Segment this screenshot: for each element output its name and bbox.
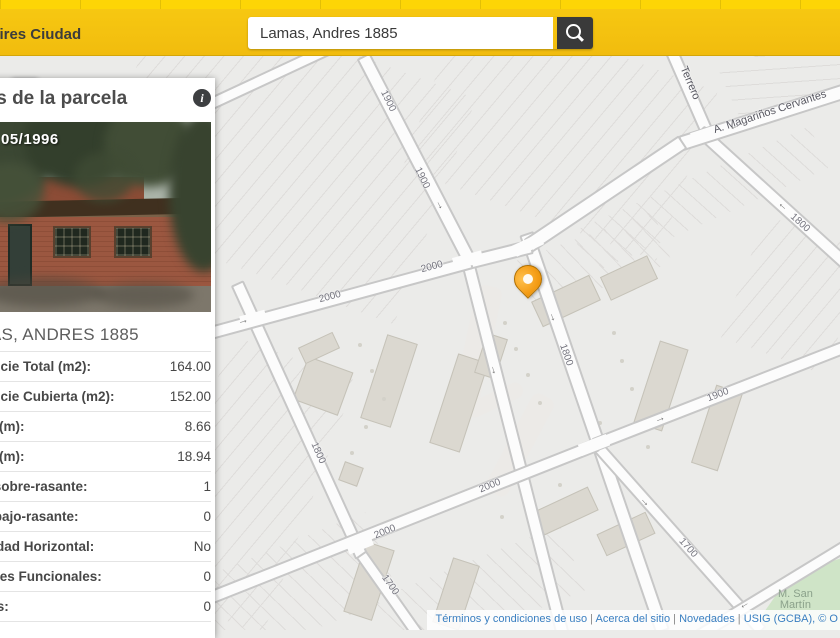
search-input[interactable] (248, 17, 553, 49)
field-row: Unidades Funcionales: 0 (0, 562, 211, 592)
parcel-address: LAMAS, ANDRES 1885 (0, 325, 211, 345)
field-row: Frente (m): 8.66 (0, 412, 211, 442)
panel-title: Datos de la parcela (0, 88, 127, 109)
tree-dot (538, 401, 542, 405)
field-row: Superficie Cubierta (m2): 152.00 (0, 382, 211, 412)
parcel-photo: 05/1996 (0, 122, 211, 312)
field-label: Unidades Funcionales: (0, 569, 102, 584)
app-header: Buenos Aires Ciudad (0, 0, 840, 56)
field-value: No (194, 539, 211, 554)
tree-dot (500, 515, 504, 519)
field-row: Fondo (m): 18.94 (0, 442, 211, 472)
info-icon[interactable]: i (193, 89, 211, 107)
search-bar (248, 17, 593, 49)
map-attribution: Términos y condiciones de uso | Acerca d… (427, 610, 840, 630)
field-row: Locales: 0 (0, 592, 211, 622)
tree-dot (558, 483, 562, 487)
field-value: 0 (203, 509, 211, 524)
tree-dot (646, 445, 650, 449)
field-label: Propiedad Horizontal: (0, 539, 94, 554)
search-icon (566, 24, 581, 39)
field-label: Superficie Cubierta (m2): (0, 389, 115, 404)
building-footprint (360, 334, 418, 428)
field-label: Fondo (m): (0, 449, 24, 464)
attribution-link-terms[interactable]: Términos y condiciones de uso (435, 613, 587, 625)
photo-tree (74, 152, 134, 202)
tree-dot (350, 451, 354, 455)
field-value: 0 (203, 569, 211, 584)
attribution-copyright: , © O (812, 613, 838, 625)
photo-ground-shadow (94, 282, 194, 308)
tree-dot (364, 425, 368, 429)
brand-logo-text: Buenos Aires Ciudad (0, 26, 81, 43)
field-value: 1 (203, 479, 211, 494)
tree-dot (526, 373, 530, 377)
park-label: M. San Martín (778, 589, 813, 611)
field-label: Frente (m): (0, 419, 25, 434)
tree-dot (358, 343, 362, 347)
photo-window (114, 226, 152, 258)
field-row: Superficie Total (m2): 164.00 (0, 352, 211, 382)
tree-dot (503, 321, 507, 325)
field-row: Propiedad Horizontal: No (0, 532, 211, 562)
field-value: 0 (203, 599, 211, 614)
field-label: Pisos bajo-rasante: (0, 509, 79, 524)
photo-window (53, 226, 91, 258)
search-button[interactable] (557, 17, 593, 49)
field-label: Pisos sobre-rasante: (0, 479, 88, 494)
attribution-link-news[interactable]: Novedades (679, 613, 735, 625)
marker-dot (521, 272, 535, 286)
field-row: Pisos sobre-rasante: 1 (0, 472, 211, 502)
field-row: Pisos bajo-rasante: 0 (0, 502, 211, 532)
tree-dot (620, 359, 624, 363)
tree-dot (370, 369, 374, 373)
field-value: 8.66 (185, 419, 211, 434)
top-tab-strip (0, 0, 840, 9)
field-label: Superficie Total (m2): (0, 359, 91, 374)
tree-dot (514, 347, 518, 351)
tree-dot (382, 397, 386, 401)
tree-dot (630, 387, 634, 391)
field-value: 18.94 (177, 449, 211, 464)
field-label: Locales: (0, 599, 9, 614)
building-footprint (338, 461, 364, 487)
field-value: 152.00 (170, 389, 211, 404)
parcel-fields: Superficie Total (m2): 164.00 Superficie … (0, 351, 211, 622)
field-value: 164.00 (170, 359, 211, 374)
parcel-info-panel: Datos de la parcela i 05/1996 LAMAS, AND… (0, 78, 215, 638)
tree-dot (612, 331, 616, 335)
photo-date-stamp: 05/1996 (1, 131, 59, 148)
attribution-link-about[interactable]: Acerca del sitio (595, 613, 670, 625)
attribution-link-usig[interactable]: USIG (GCBA) (744, 613, 812, 625)
